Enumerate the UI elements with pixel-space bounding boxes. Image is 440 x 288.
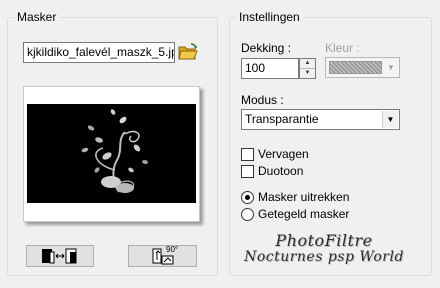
opacity-label: Dekking : <box>241 41 292 55</box>
blur-checkbox[interactable] <box>241 147 254 161</box>
tile-radio[interactable] <box>241 207 254 221</box>
duotone-checkbox[interactable] <box>241 164 254 178</box>
duotone-checkbox-row[interactable]: Duotoon <box>241 163 303 179</box>
blur-checkbox-row[interactable]: Vervagen <box>241 146 309 162</box>
duotone-label: Duotoon <box>258 164 304 178</box>
mode-select[interactable]: Transparantie ▼ <box>241 109 400 130</box>
mode-select-value: Transparantie <box>245 112 319 126</box>
mask-file-field[interactable]: kjkildiko_falevél_maszk_5.jp <box>23 42 175 63</box>
invert-mask-button[interactable] <box>26 245 94 267</box>
watermark-line-2: Nocturnes psp World <box>244 249 404 265</box>
rotate-90-label: 90° <box>166 245 179 254</box>
invert-mask-icon <box>42 248 77 264</box>
mask-group-legend: Masker <box>17 10 57 24</box>
mode-label: Modus : <box>241 93 284 107</box>
color-label: Kleur : <box>325 41 360 55</box>
folder-open-icon <box>178 43 198 60</box>
tile-label: Getegeld masker <box>258 207 350 221</box>
color-swatch <box>329 61 382 74</box>
watermark-line-1: PhotoFiltre <box>275 231 373 250</box>
mask-preview-image <box>27 104 196 203</box>
chevron-down-icon: ▼ <box>382 111 398 128</box>
open-mask-button[interactable] <box>177 41 199 63</box>
color-picker[interactable]: ▼ <box>325 57 400 78</box>
chevron-down-icon: ▼ <box>387 63 395 72</box>
blur-label: Vervagen <box>258 147 309 161</box>
opacity-spinner[interactable]: ▲ ▼ <box>299 58 316 79</box>
spin-down-icon[interactable]: ▼ <box>300 69 315 79</box>
stretch-radio[interactable] <box>241 190 254 204</box>
spin-up-icon[interactable]: ▲ <box>300 59 315 69</box>
settings-group-legend: Instellingen <box>239 10 300 24</box>
rotate-90-button[interactable]: 90° <box>128 245 197 267</box>
opacity-input[interactable]: 100 <box>241 58 299 79</box>
stretch-radio-row[interactable]: Masker uitrekken <box>241 189 349 205</box>
tile-radio-row[interactable]: Getegeld masker <box>241 206 349 222</box>
stretch-label: Masker uitrekken <box>258 190 350 204</box>
leaf-mask-image <box>27 104 196 203</box>
watermark-signature: PhotoFiltre Nocturnes psp World <box>244 232 404 266</box>
